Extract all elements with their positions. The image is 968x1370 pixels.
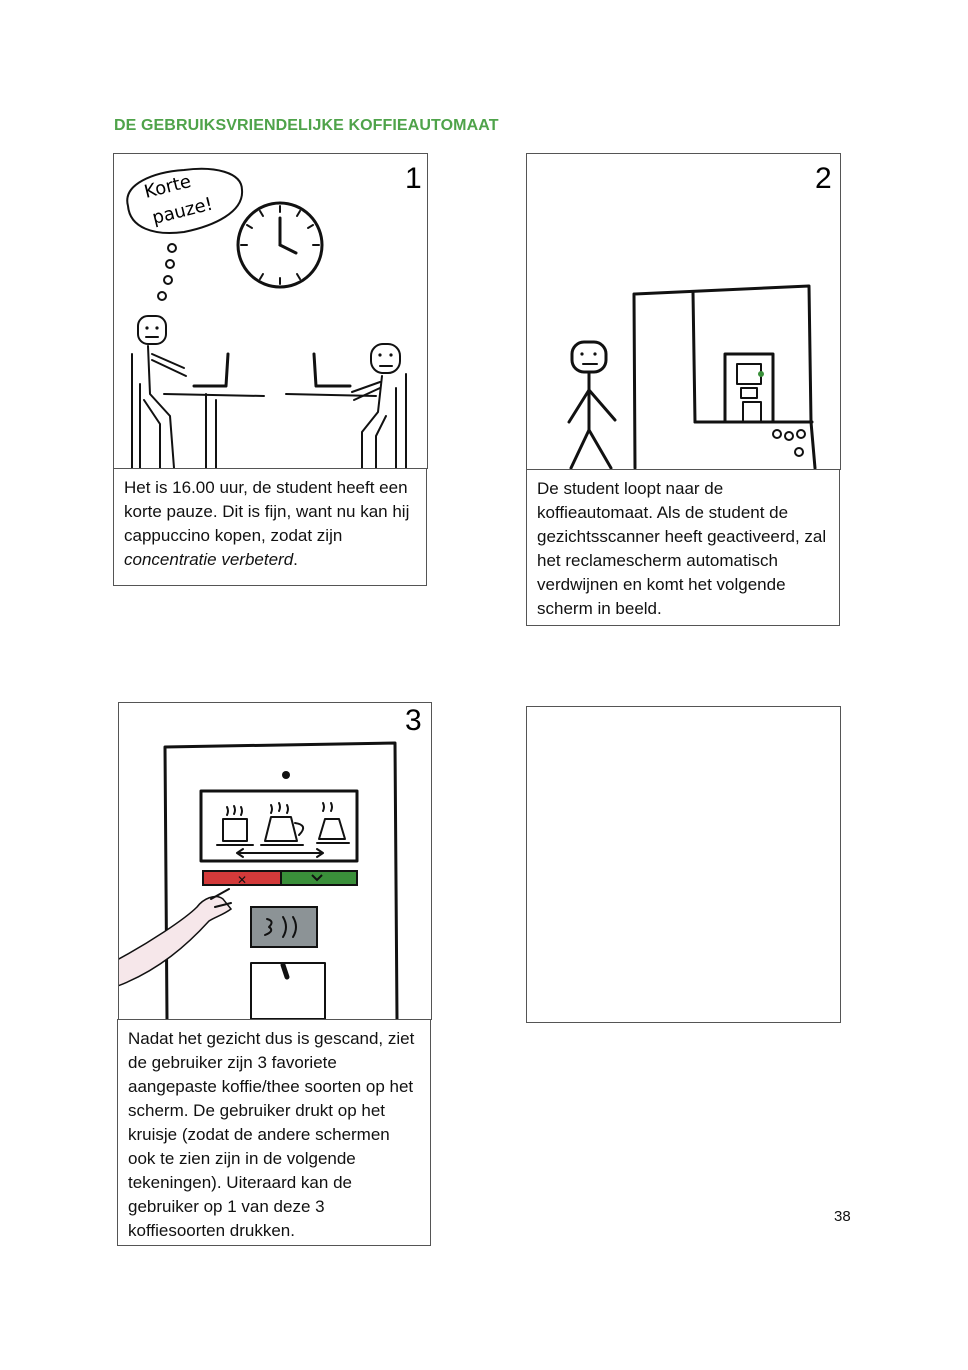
storyboard-panel-3: 3 ✕ (118, 702, 432, 1020)
student-left (131, 315, 187, 468)
panel-3-caption: Nadat het gezicht dus is gescand, ziet d… (117, 1019, 431, 1246)
storyboard-panel-4 (526, 706, 841, 1023)
panel-number: 3 (405, 704, 422, 737)
caption-text: De student loopt naar de koffieautomaat.… (537, 479, 827, 618)
pointing-hand (119, 895, 233, 987)
camera-icon (282, 771, 290, 779)
cup-dispenser (250, 962, 326, 1019)
storyboard-panel-1: 1 Korte pauze! (113, 153, 428, 469)
laptop-left (192, 352, 230, 388)
panel-1-caption: Het is 16.00 uur, de student heeft een k… (113, 468, 427, 586)
student-right (351, 343, 407, 468)
panel-number: 2 (815, 162, 832, 195)
caption-text: Nadat het gezicht dus is gescand, ziet d… (128, 1029, 415, 1240)
menu-screen (199, 789, 359, 863)
page-number: 38 (834, 1208, 851, 1225)
panel-3-drawing: 3 ✕ (119, 704, 422, 1019)
coffee-machine (632, 284, 817, 469)
caption-italic-text: concentratie verbeterd (124, 550, 294, 569)
student-walking (567, 340, 617, 469)
panel-2-caption: De student loopt naar de koffieautomaat.… (526, 469, 840, 626)
laptop-right (312, 352, 352, 388)
cup-icon-1 (216, 805, 254, 846)
speech-line-1: Korte (142, 171, 193, 203)
caption-text: Het is 16.00 uur, de student heeft een k… (124, 478, 410, 545)
page-heading: DE GEBRUIKSVRIENDELIJKE KOFFIEAUTOMAAT (114, 117, 499, 134)
panel-1-drawing: 1 Korte pauze! (126, 162, 422, 468)
panel-number: 1 (405, 162, 422, 195)
clock-icon (236, 201, 324, 289)
cup-icon-3 (316, 802, 350, 844)
close-icon: ✕ (237, 873, 247, 887)
storyboard-panel-2: 2 (526, 153, 841, 470)
caption-end: . (293, 550, 298, 569)
cup-icon-2 (260, 802, 305, 846)
swipe-arrow-icon (236, 848, 324, 858)
face-scanner (250, 906, 318, 948)
panel-2-drawing: 2 (567, 162, 832, 469)
